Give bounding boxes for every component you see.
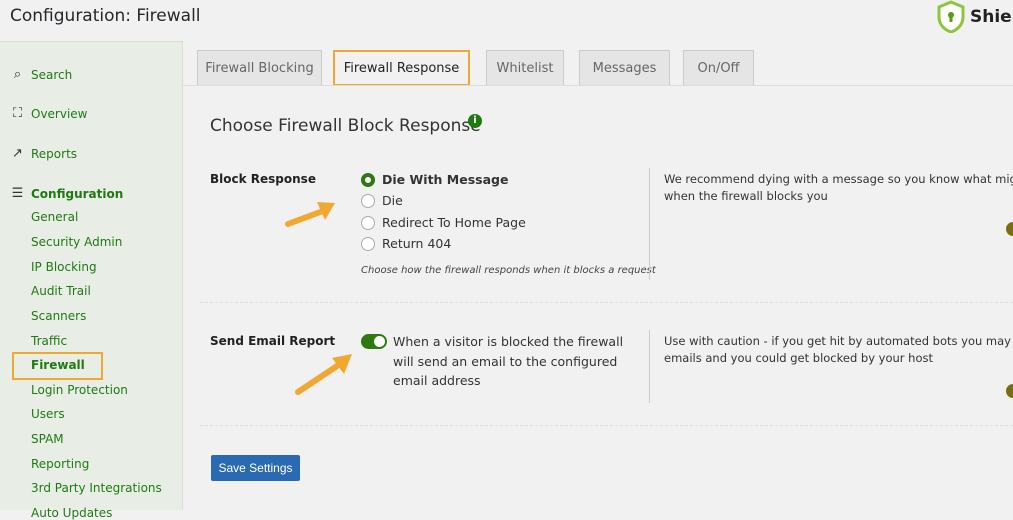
page-title: Configuration: Firewall: [10, 6, 201, 26]
sidebar: ⌕ Search ⛶ Overview ↗ Reports ☰ Configuratio…: [0, 41, 183, 520]
sidebar-item-configuration[interactable]: ☰ Configuration: [10, 186, 124, 201]
radio-label: Die: [382, 193, 403, 208]
block-response-help: Choose how the firewall responds when it…: [361, 265, 656, 276]
shield-icon: [937, 0, 965, 33]
help-toggle-icon[interactable]: [1006, 384, 1013, 398]
help-toggle-icon[interactable]: [1006, 222, 1013, 236]
sidebar-sub-audit-trail[interactable]: Audit Trail: [31, 284, 91, 298]
block-response-description: We recommend dying with a message so you…: [664, 171, 1013, 205]
sidebar-sub-general[interactable]: General: [31, 210, 78, 224]
sidebar-sub-scanners[interactable]: Scanners: [31, 309, 86, 323]
sidebar-item-reports[interactable]: ↗ Reports: [10, 146, 77, 161]
binoculars-icon: ⛶: [12, 106, 23, 121]
description-line: We recommend dying with a message so you…: [664, 172, 1013, 186]
radio-label: Redirect To Home Page: [382, 215, 526, 230]
email-report-text: When a visitor is blocked the firewall w…: [393, 334, 624, 388]
tab-messages[interactable]: Messages: [579, 50, 670, 86]
radio-icon: [361, 215, 375, 230]
sidebar-sub-reporting[interactable]: Reporting: [31, 457, 89, 471]
sidebar-sub-ip-blocking[interactable]: IP Blocking: [31, 260, 97, 274]
description-line: Use with caution - if you get hit by aut…: [664, 334, 1013, 348]
sidebar-sub-spam[interactable]: SPAM: [31, 432, 64, 446]
section-title: Choose Firewall Block Response: [210, 116, 481, 136]
radio-checked-icon: [361, 172, 375, 187]
tab-firewall-blocking[interactable]: Firewall Blocking: [197, 50, 322, 86]
section-separator: [200, 302, 1013, 303]
radio-icon: [361, 236, 375, 251]
tab-whitelist[interactable]: Whitelist: [486, 50, 564, 86]
section-separator: [200, 425, 1013, 426]
radio-icon: [361, 193, 375, 208]
sidebar-item-overview[interactable]: ⛶ Overview: [10, 106, 88, 121]
divider: [649, 168, 650, 280]
email-report-label: Send Email Report: [210, 334, 336, 348]
radio-label: Return 404: [382, 236, 452, 251]
radio-die[interactable]: Die: [361, 193, 403, 208]
email-report-description: Use with caution - if you get hit by aut…: [664, 333, 1013, 367]
sliders-icon: ☰: [11, 186, 24, 201]
chart-icon: ↗: [12, 146, 23, 161]
search-icon: ⌕: [13, 67, 22, 82]
radio-redirect-home[interactable]: Redirect To Home Page: [361, 215, 526, 230]
sidebar-sub-traffic[interactable]: Traffic: [31, 334, 67, 348]
tab-on-off[interactable]: On/Off: [683, 50, 754, 86]
tab-firewall-response[interactable]: Firewall Response: [333, 50, 470, 86]
divider: [649, 330, 650, 403]
sidebar-sub-3rd-party[interactable]: 3rd Party Integrations: [31, 481, 162, 495]
toggle-knob: [374, 336, 385, 347]
brand-name: Shield: [970, 6, 1013, 27]
info-icon[interactable]: i: [468, 114, 482, 128]
sidebar-sub-firewall[interactable]: Firewall: [12, 352, 103, 380]
sidebar-sub-login-protection[interactable]: Login Protection: [31, 383, 128, 397]
sidebar-sub-users[interactable]: Users: [31, 407, 65, 421]
block-response-label: Block Response: [210, 172, 316, 186]
radio-return-404[interactable]: Return 404: [361, 236, 451, 251]
sidebar-item-label: Configuration: [31, 186, 124, 201]
radio-label: Die With Message: [382, 172, 509, 187]
sidebar-sub-security-admin[interactable]: Security Admin: [31, 235, 122, 249]
description-line: emails and you could get blocked by your…: [664, 351, 934, 365]
sidebar-item-label: Reports: [31, 146, 78, 161]
sidebar-sub-auto-updates[interactable]: Auto Updates: [31, 506, 112, 520]
sidebar-item-label: Search: [31, 67, 73, 82]
description-line: when the firewall blocks you: [664, 189, 828, 203]
annotation-arrow-icon: [285, 202, 335, 227]
radio-die-with-message[interactable]: Die With Message: [361, 172, 508, 187]
email-report-toggle[interactable]: [361, 334, 387, 349]
save-settings-button[interactable]: Save Settings: [211, 455, 300, 481]
sidebar-item-label: Overview: [31, 106, 88, 121]
shield-logo: Shield: [936, 0, 1013, 33]
tab-divider: [183, 85, 1013, 86]
annotation-arrow-icon: [295, 354, 352, 395]
sidebar-item-search[interactable]: ⌕ Search: [10, 67, 72, 82]
